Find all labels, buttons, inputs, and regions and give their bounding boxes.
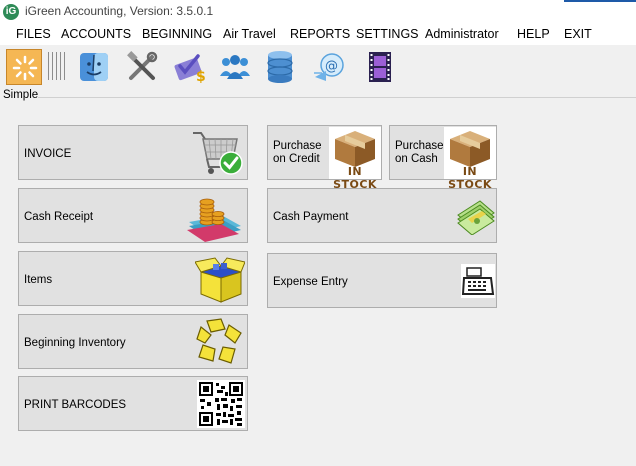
- toolbar-separator: [48, 52, 49, 80]
- money-stack-icon: [456, 197, 496, 235]
- toolbar-separator: [60, 52, 61, 80]
- invoice-label: INVOICE: [24, 148, 72, 160]
- title-bar-accent: [564, 0, 636, 2]
- app-logo-icon: iG: [3, 4, 19, 20]
- menu-exit[interactable]: EXIT: [564, 27, 592, 41]
- print-barcodes-button[interactable]: PRINT BARCODES: [18, 376, 248, 431]
- invoice-button[interactable]: INVOICE: [18, 125, 248, 180]
- cash-receipt-label: Cash Receipt: [24, 211, 94, 223]
- recycle-boxes-icon: [195, 317, 245, 367]
- purchase-on-credit-label: Purchase on Credit: [273, 140, 322, 165]
- items-label: Items: [24, 274, 53, 286]
- sunburst-icon[interactable]: [6, 49, 42, 85]
- menu-help[interactable]: HELP: [517, 27, 550, 41]
- menu-administrator[interactable]: Administrator: [425, 27, 499, 41]
- finder-icon[interactable]: [76, 49, 112, 85]
- toolbar: $ @: [0, 46, 636, 90]
- window-title: iGreen Accounting, Version: 3.5.0.1: [25, 4, 214, 18]
- toolbar-separator: [64, 52, 65, 80]
- email-icon[interactable]: @: [312, 49, 348, 85]
- section-label: Simple: [3, 89, 39, 101]
- purchase-on-cash-button[interactable]: Purchase on Cash IN STOCK: [389, 125, 497, 191]
- svg-text:@: @: [325, 59, 338, 74]
- menu-files[interactable]: FILES: [16, 27, 51, 41]
- menu-accounts[interactable]: ACCOUNTS: [61, 27, 131, 41]
- menu-settings[interactable]: SETTINGS: [356, 27, 419, 41]
- open-box-icon: [195, 254, 245, 304]
- cash-register-icon: [461, 264, 495, 298]
- cash-payment-button[interactable]: Cash Payment: [267, 188, 497, 243]
- menu-bar: FILES ACCOUNTS BEGINNING Air Travel REPO…: [0, 24, 636, 45]
- title-bar: iG iGreen Accounting, Version: 3.5.0.1: [0, 0, 636, 24]
- toolbar-separator: [52, 52, 53, 80]
- shopping-cart-icon: [191, 127, 245, 179]
- section-divider: [38, 97, 636, 98]
- menu-reports[interactable]: REPORTS: [290, 27, 350, 41]
- database-icon[interactable]: [262, 49, 298, 85]
- items-button[interactable]: Items: [18, 251, 248, 306]
- users-icon[interactable]: [217, 49, 253, 85]
- beginning-inventory-button[interactable]: Beginning Inventory: [18, 314, 248, 369]
- print-barcodes-label: PRINT BARCODES: [24, 399, 127, 411]
- coins-and-cash-icon: [183, 192, 245, 242]
- expense-entry-label: Expense Entry: [273, 276, 348, 288]
- menu-beginning[interactable]: BEGINNING: [142, 27, 212, 41]
- purchase-on-cash-label: Purchase on Cash: [395, 140, 444, 165]
- qr-code-icon: [197, 380, 245, 428]
- cash-receipt-button[interactable]: Cash Receipt: [18, 188, 248, 243]
- toolbar-separator: [56, 52, 57, 80]
- cash-payment-label: Cash Payment: [273, 211, 349, 223]
- beginning-inventory-label: Beginning Inventory: [24, 337, 126, 349]
- menu-air-travel[interactable]: Air Travel: [223, 27, 276, 41]
- check-dollar-icon[interactable]: $: [172, 49, 208, 85]
- purchase-on-credit-button[interactable]: Purchase on Credit IN STOCK: [267, 125, 382, 191]
- expense-entry-button[interactable]: Expense Entry: [267, 253, 497, 308]
- film-icon[interactable]: [362, 49, 398, 85]
- tools-icon[interactable]: [124, 49, 160, 85]
- svg-text:$: $: [196, 69, 206, 85]
